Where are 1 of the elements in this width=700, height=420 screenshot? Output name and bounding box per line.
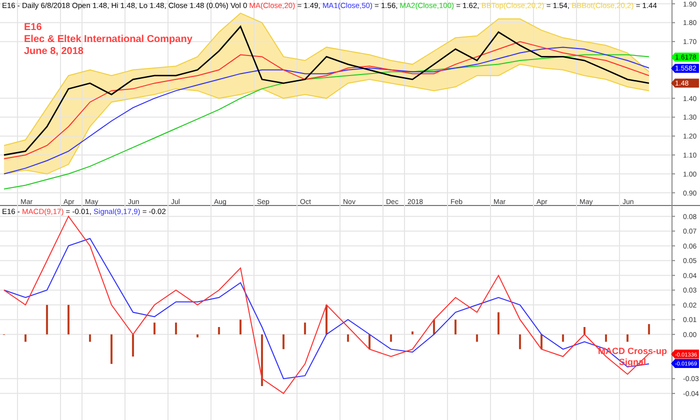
chart-annotation: E16 Elec & Eltek International Company June 8, 2018 xyxy=(24,22,192,58)
